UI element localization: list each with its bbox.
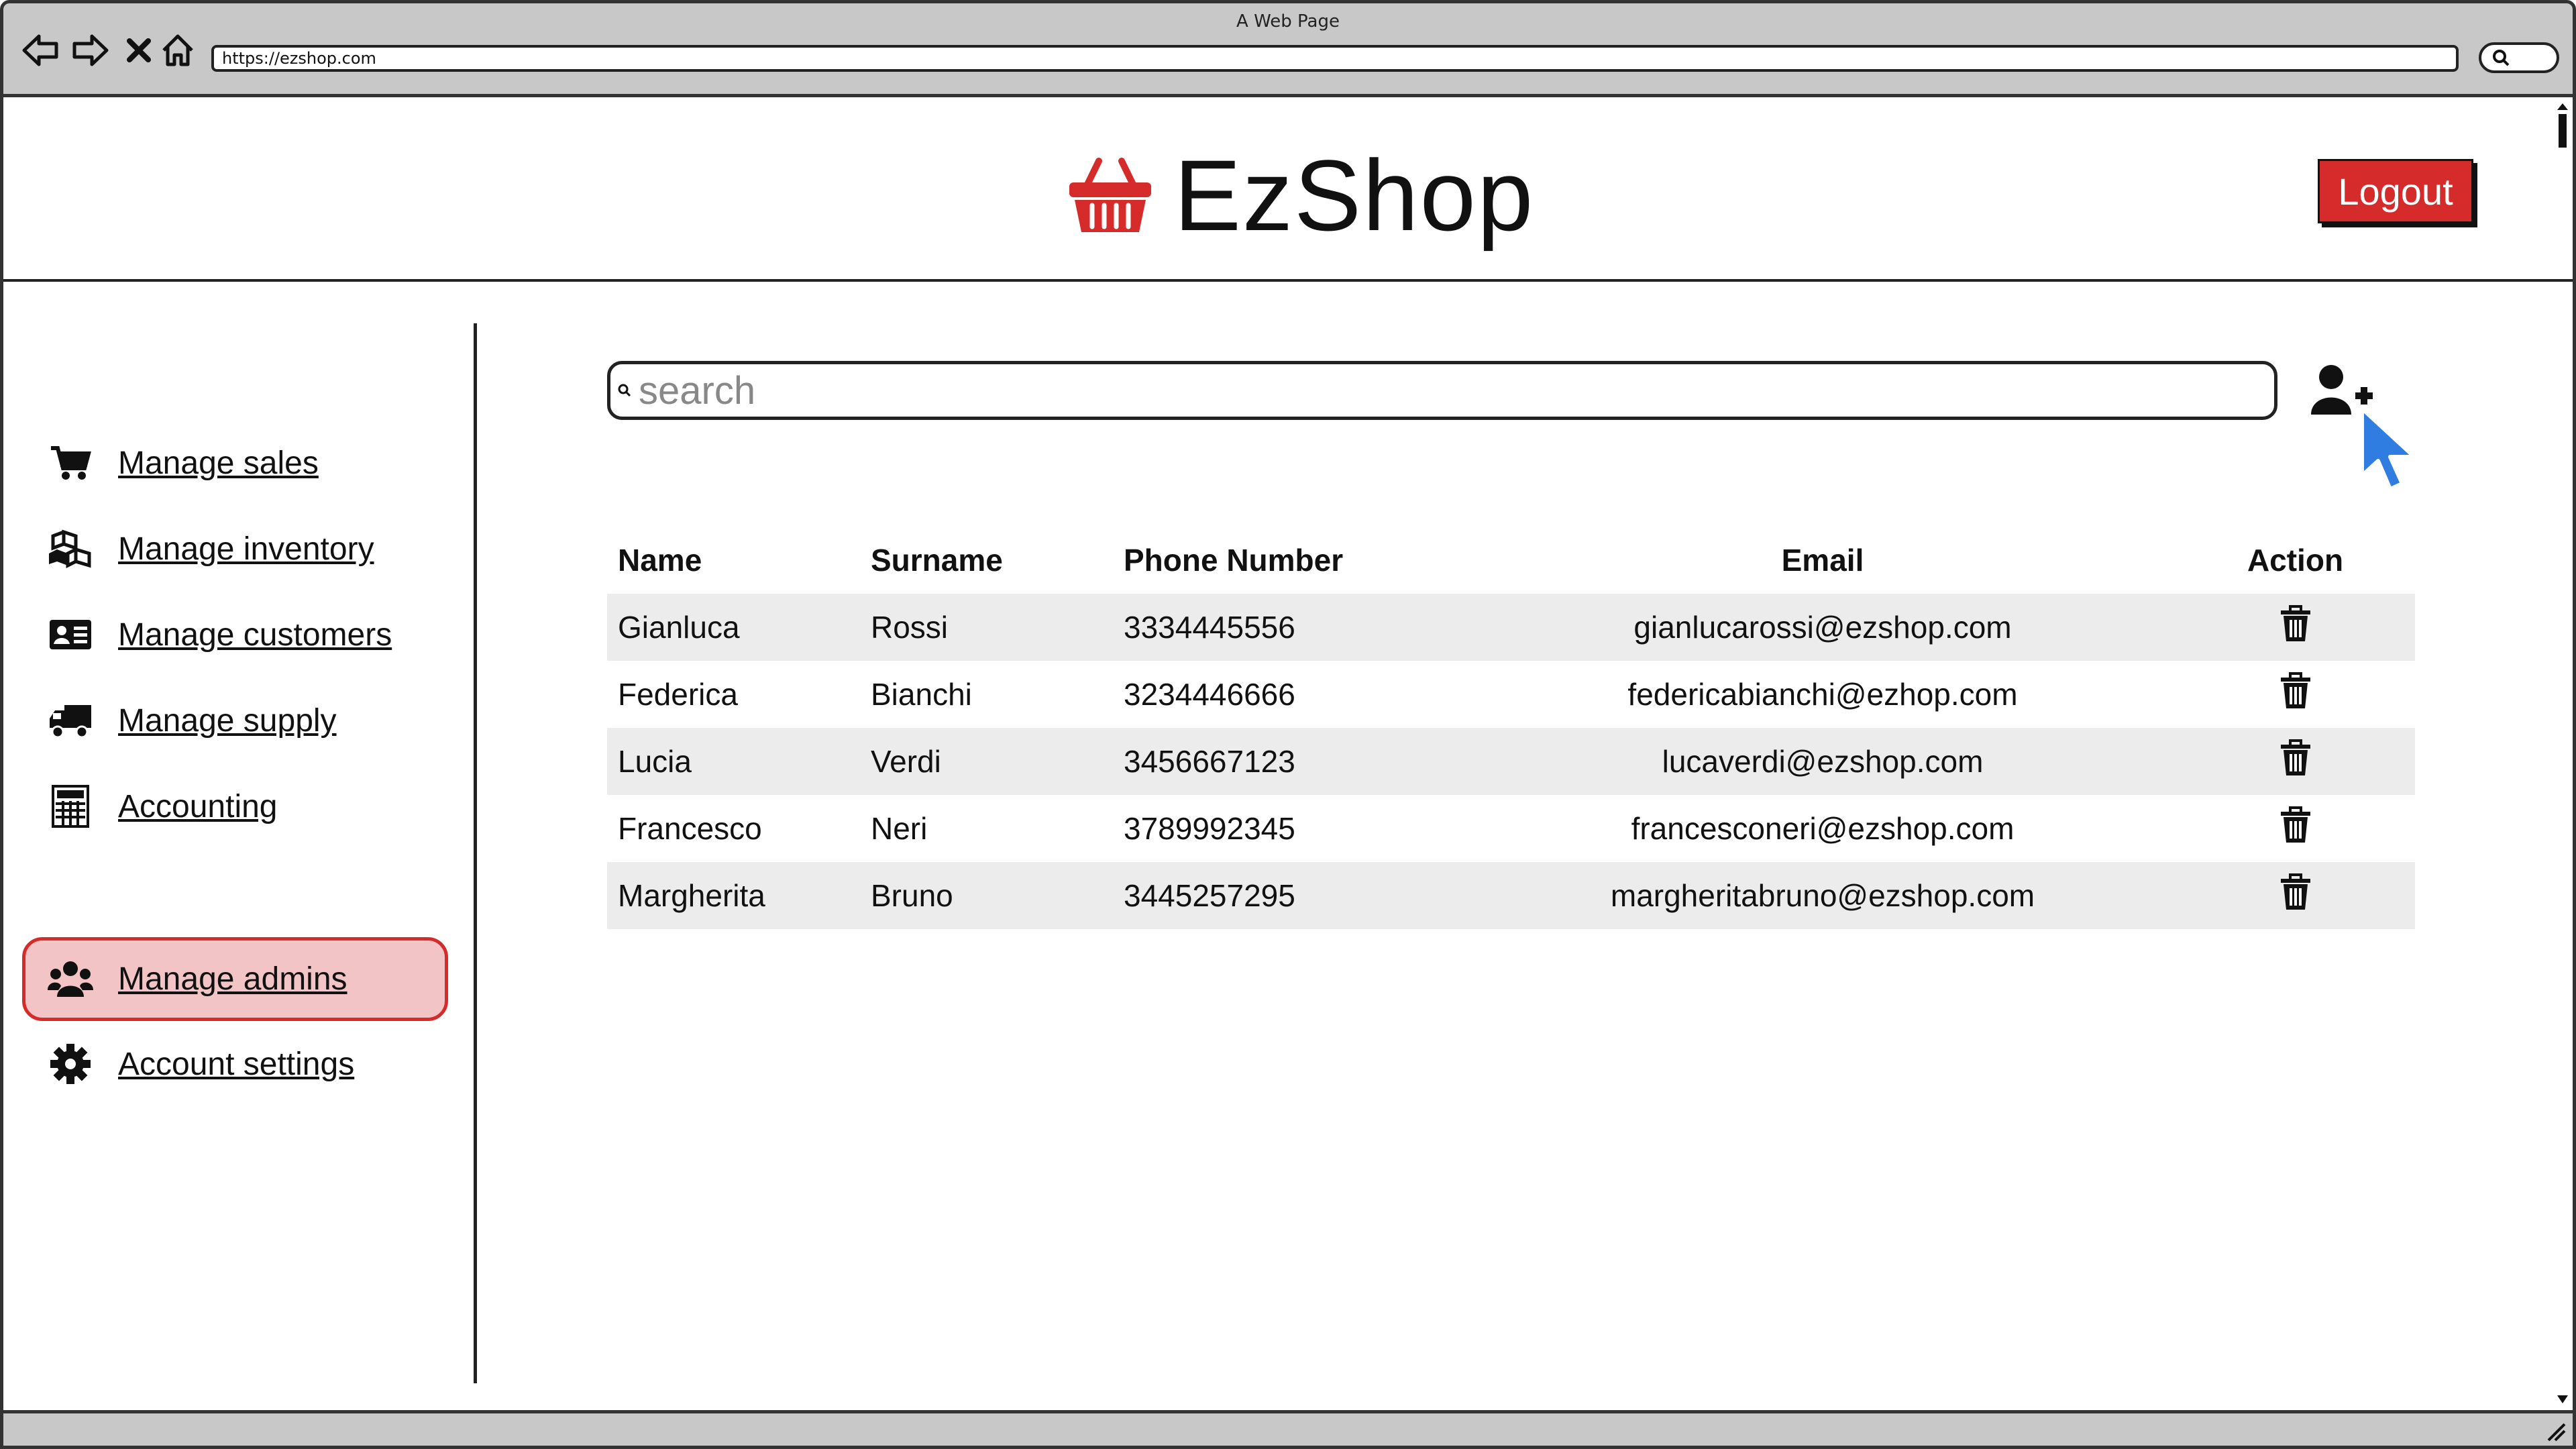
- sidebar-divider: [474, 323, 477, 1383]
- cell-email: lucaverdi@ezshop.com: [1470, 728, 2176, 795]
- cell-name: Francesco: [607, 795, 860, 862]
- basket-icon: [1069, 157, 1151, 232]
- mouse-cursor-icon: [2358, 406, 2420, 496]
- resize-grip-icon[interactable]: [2546, 1421, 2566, 1442]
- trash-icon[interactable]: [2279, 604, 2312, 643]
- cart-icon: [40, 439, 101, 486]
- cell-name: Federica: [607, 661, 860, 728]
- search-field[interactable]: [607, 361, 2277, 420]
- cell-action: [2176, 661, 2415, 728]
- column-header-surname: Surname: [871, 543, 1003, 578]
- window-title: A Web Page: [1236, 11, 1340, 32]
- id-card-icon: [40, 611, 101, 658]
- search-icon: [618, 384, 631, 397]
- sidebar-item-label: Accounting: [118, 788, 278, 824]
- cell-phone: 3234446666: [1113, 661, 1470, 728]
- browser-chrome: A Web Page https://ezshop.com: [0, 0, 2576, 97]
- cell-email: gianlucarossi@ezshop.com: [1470, 594, 2176, 661]
- table-row: Margherita Bruno 3445257295 margheritabr…: [607, 862, 2415, 929]
- cell-phone: 3789992345: [1113, 795, 1470, 862]
- cell-name: Margherita: [607, 862, 860, 929]
- sidebar-item-account-settings[interactable]: Account settings: [27, 1030, 443, 1097]
- sidebar-item-manage-customers[interactable]: Manage customers: [27, 601, 443, 668]
- status-bar: [0, 1410, 2576, 1449]
- table-row: Gianluca Rossi 3334445556 gianlucarossi@…: [607, 594, 2415, 661]
- logout-button[interactable]: Logout: [2318, 159, 2473, 223]
- sidebar-item-manage-inventory[interactable]: Manage inventory: [27, 515, 443, 582]
- truck-icon: [40, 697, 101, 744]
- column-header-action: Action: [2247, 543, 2344, 578]
- table-header-row: Name Surname Phone Number Email Action: [607, 527, 2415, 594]
- sidebar-item-manage-sales[interactable]: Manage sales: [27, 429, 443, 496]
- calculator-icon: [40, 783, 101, 830]
- column-header-phone: Phone Number: [1124, 543, 1344, 578]
- table-row: Francesco Neri 3789992345 francesconeri@…: [607, 795, 2415, 862]
- cell-email: francesconeri@ezshop.com: [1470, 795, 2176, 862]
- admins-table: Name Surname Phone Number Email Action G…: [607, 527, 2415, 929]
- cell-surname: Bruno: [860, 862, 1113, 929]
- boxes-icon: [40, 525, 101, 572]
- stop-icon[interactable]: [119, 30, 159, 70]
- cell-email: federicabianchi@ezhop.com: [1470, 661, 2176, 728]
- trash-icon[interactable]: [2279, 672, 2312, 710]
- url-bar[interactable]: https://ezshop.com: [211, 45, 2459, 72]
- table-row: Lucia Verdi 3456667123 lucaverdi@ezshop.…: [607, 728, 2415, 795]
- column-header-email: Email: [1781, 543, 1864, 578]
- sidebar-item-label: Manage customers: [118, 616, 392, 653]
- sidebar-item-label: Manage inventory: [118, 531, 374, 567]
- trash-icon[interactable]: [2279, 806, 2312, 844]
- sidebar-item-manage-supply[interactable]: Manage supply: [27, 687, 443, 754]
- column-header-name: Name: [618, 543, 702, 578]
- cell-surname: Neri: [860, 795, 1113, 862]
- cell-phone: 3456667123: [1113, 728, 1470, 795]
- cell-name: Lucia: [607, 728, 860, 795]
- browser-search-field[interactable]: [2479, 42, 2559, 73]
- vertical-scrollbar[interactable]: [2555, 101, 2571, 1409]
- page-header: EzShop Logout: [3, 97, 2573, 282]
- cell-phone: 3445257295: [1113, 862, 1470, 929]
- search-icon: [2493, 50, 2510, 66]
- cell-surname: Verdi: [860, 728, 1113, 795]
- trash-icon[interactable]: [2279, 873, 2312, 911]
- sidebar-item-label: Account settings: [118, 1046, 355, 1082]
- home-icon[interactable]: [158, 30, 198, 70]
- sidebar-item-label: Manage supply: [118, 702, 337, 739]
- sidebar-item-label: Manage admins: [118, 961, 347, 997]
- back-icon[interactable]: [20, 30, 60, 70]
- brand-name: EzShop: [1174, 139, 1535, 252]
- cell-action: [2176, 862, 2415, 929]
- logo[interactable]: EzShop: [1067, 138, 1534, 254]
- sidebar-item-label: Manage sales: [118, 445, 319, 481]
- sidebar-item-accounting[interactable]: Accounting: [27, 773, 443, 840]
- cell-action: [2176, 594, 2415, 661]
- cell-name: Gianluca: [607, 594, 860, 661]
- search-input[interactable]: [637, 367, 2250, 414]
- cell-surname: Rossi: [860, 594, 1113, 661]
- sidebar-item-manage-admins[interactable]: Manage admins: [22, 937, 448, 1021]
- trash-icon[interactable]: [2279, 739, 2312, 777]
- cell-phone: 3334445556: [1113, 594, 1470, 661]
- gear-icon: [40, 1040, 101, 1087]
- users-icon: [40, 956, 101, 1003]
- cell-email: margheritabruno@ezshop.com: [1470, 862, 2176, 929]
- table-row: Federica Bianchi 3234446666 federicabian…: [607, 661, 2415, 728]
- forward-icon[interactable]: [70, 30, 111, 70]
- cell-surname: Bianchi: [860, 661, 1113, 728]
- cell-action: [2176, 795, 2415, 862]
- cell-action: [2176, 728, 2415, 795]
